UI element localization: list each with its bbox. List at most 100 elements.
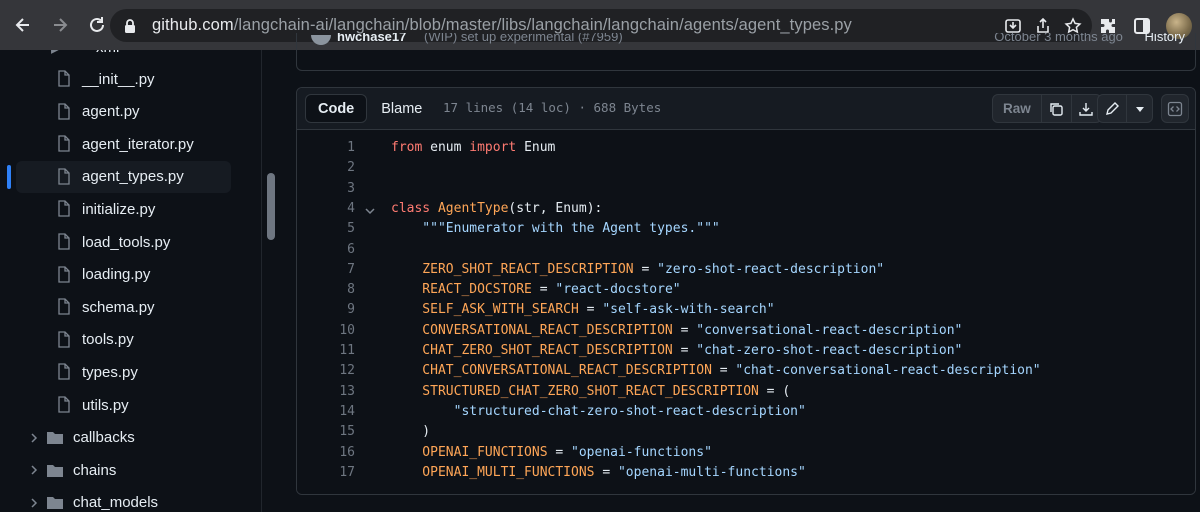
- code-line: 6: [297, 242, 1195, 262]
- code-token: CHAT_ZERO_SHOT_REACT_DESCRIPTION: [391, 343, 673, 358]
- code-line: 3: [297, 181, 1195, 201]
- tree-file-label: utils.py: [82, 396, 129, 414]
- line-number[interactable]: 1: [327, 140, 355, 155]
- line-number[interactable]: 13: [327, 384, 355, 399]
- tree-file-item[interactable]: agent_types.py: [16, 160, 231, 193]
- commit-message[interactable]: (WIP) set up experimental (#7959): [424, 33, 623, 44]
- sidebar-scrollbar[interactable]: [267, 173, 275, 240]
- tree-folder-item[interactable]: callbacks: [16, 422, 231, 454]
- tab-blame[interactable]: Blame: [369, 94, 434, 123]
- raw-button[interactable]: Raw: [993, 95, 1041, 122]
- tree-file-item[interactable]: __init__.py: [16, 63, 231, 95]
- reload-button[interactable]: [80, 8, 114, 42]
- line-number[interactable]: 8: [327, 282, 355, 297]
- code-text: CHAT_ZERO_SHOT_REACT_DESCRIPTION = "chat…: [391, 343, 962, 358]
- file-icon: [58, 102, 70, 120]
- line-number[interactable]: 11: [327, 343, 355, 358]
- line-number[interactable]: 16: [327, 445, 355, 460]
- line-number[interactable]: 15: [327, 424, 355, 439]
- tree-file-label: schema.py: [82, 298, 155, 316]
- code-line: 7 ZERO_SHOT_REACT_DESCRIPTION = "zero-sh…: [297, 262, 1195, 282]
- tree-file-label: load_tools.py: [82, 233, 171, 251]
- line-number[interactable]: 6: [327, 242, 355, 257]
- tree-folder-item[interactable]: chat_models: [16, 487, 231, 512]
- tree-file-item[interactable]: tools.py: [16, 324, 231, 356]
- active-item-indicator: [7, 164, 11, 189]
- folder-icon: [47, 464, 63, 477]
- install-icon[interactable]: [1004, 17, 1022, 35]
- code-line: 11 CHAT_ZERO_SHOT_REACT_DESCRIPTION = "c…: [297, 343, 1195, 363]
- code-line: 8 REACT_DOCSTORE = "react-docstore": [297, 282, 1195, 302]
- code-token: =: [594, 464, 618, 480]
- copy-icon: [1050, 102, 1063, 116]
- line-number[interactable]: 5: [327, 221, 355, 236]
- code-line: 9 SELF_ASK_WITH_SEARCH = "self-ask-with-…: [297, 302, 1195, 322]
- tree-item-partial[interactable]: ▸ xml: [46, 50, 246, 58]
- line-number[interactable]: 12: [327, 363, 355, 378]
- commit-date: October 3 months ago: [994, 33, 1123, 44]
- tree-file-item[interactable]: schema.py: [16, 291, 231, 323]
- code-line: 12 CHAT_CONVERSATIONAL_REACT_DESCRIPTION…: [297, 363, 1195, 383]
- code-token: from: [391, 140, 423, 155]
- history-link[interactable]: History: [1145, 33, 1185, 44]
- commit-meta: October 3 months ago History: [994, 33, 1185, 44]
- line-number[interactable]: 10: [327, 323, 355, 338]
- caret-down-icon: [1135, 106, 1144, 112]
- tree-file-item[interactable]: loading.py: [16, 259, 231, 291]
- back-button[interactable]: [6, 8, 40, 42]
- file-icon: [58, 135, 70, 152]
- tree-file-item[interactable]: load_tools.py: [16, 226, 231, 258]
- line-number[interactable]: 3: [327, 181, 355, 196]
- code-line: 5 """Enumerator with the Agent types.""": [297, 221, 1195, 241]
- commit-author[interactable]: hwchase17: [337, 33, 406, 44]
- file-icon: [58, 396, 70, 413]
- code-token: CHAT_CONVERSATIONAL_REACT_DESCRIPTION: [391, 363, 712, 379]
- code-token: ZERO_SHOT_REACT_DESCRIPTION: [391, 261, 634, 277]
- fold-chevron-icon[interactable]: [365, 206, 375, 216]
- line-number[interactable]: 7: [327, 262, 355, 277]
- share-icon[interactable]: [1034, 17, 1052, 35]
- tab-code[interactable]: Code: [305, 94, 368, 123]
- file-header: Code Blame 17 lines (14 loc) · 688 Bytes…: [297, 88, 1195, 130]
- line-number[interactable]: 17: [327, 465, 355, 480]
- arrow-left-icon: [15, 18, 29, 32]
- tree-file-item[interactable]: types.py: [16, 356, 231, 388]
- tree-folder-label: chains: [73, 461, 117, 479]
- code-token: "react-docstore": [555, 282, 681, 298]
- line-number[interactable]: 2: [327, 160, 355, 175]
- forward-button[interactable]: [43, 8, 77, 42]
- code-line: 14 "structured-chat-zero-shot-react-desc…: [297, 404, 1195, 424]
- tree-file-label: initialize.py: [82, 200, 156, 218]
- edit-actions-group: [1097, 94, 1153, 123]
- code-token: =: [758, 383, 783, 399]
- tree-file-item[interactable]: agent_iterator.py: [16, 128, 231, 160]
- file-icon: [58, 70, 70, 87]
- copy-raw-button[interactable]: [1040, 95, 1071, 122]
- tree-folder-item[interactable]: chains: [16, 454, 231, 486]
- folder-icon: [47, 432, 63, 445]
- code-text: STRUCTURED_CHAT_ZERO_SHOT_REACT_DESCRIPT…: [391, 384, 790, 399]
- author-avatar[interactable]: [311, 35, 331, 45]
- line-number[interactable]: 9: [327, 302, 355, 317]
- edit-button[interactable]: [1098, 95, 1126, 122]
- star-icon[interactable]: [1064, 16, 1082, 35]
- symbols-button[interactable]: [1162, 95, 1188, 122]
- code-view[interactable]: 1 from enum import Enum 2 3 4 class AgentType…: [297, 130, 1195, 494]
- code-token: "self-ask-with-search": [602, 302, 775, 318]
- code-token: class: [391, 200, 431, 216]
- raw-actions-group: Raw: [992, 94, 1102, 123]
- download-icon: [1079, 102, 1093, 116]
- tree-file-item[interactable]: agent.py: [16, 96, 231, 128]
- code-text: OPENAI_FUNCTIONS = "openai-functions": [391, 445, 712, 460]
- tree-file-item[interactable]: initialize.py: [16, 193, 231, 225]
- tree-file-item[interactable]: utils.py: [16, 389, 231, 421]
- code-token: "openai-functions": [571, 444, 712, 460]
- code-line: 1 from enum import Enum: [297, 140, 1195, 160]
- file-icon: [58, 298, 70, 315]
- code-token: ): [391, 424, 431, 440]
- edit-dropdown-button[interactable]: [1126, 95, 1152, 122]
- code-token: "zero-shot-react-description": [657, 261, 885, 277]
- line-number[interactable]: 14: [327, 404, 355, 419]
- line-number[interactable]: 4: [327, 201, 355, 216]
- code-token: =: [672, 343, 697, 358]
